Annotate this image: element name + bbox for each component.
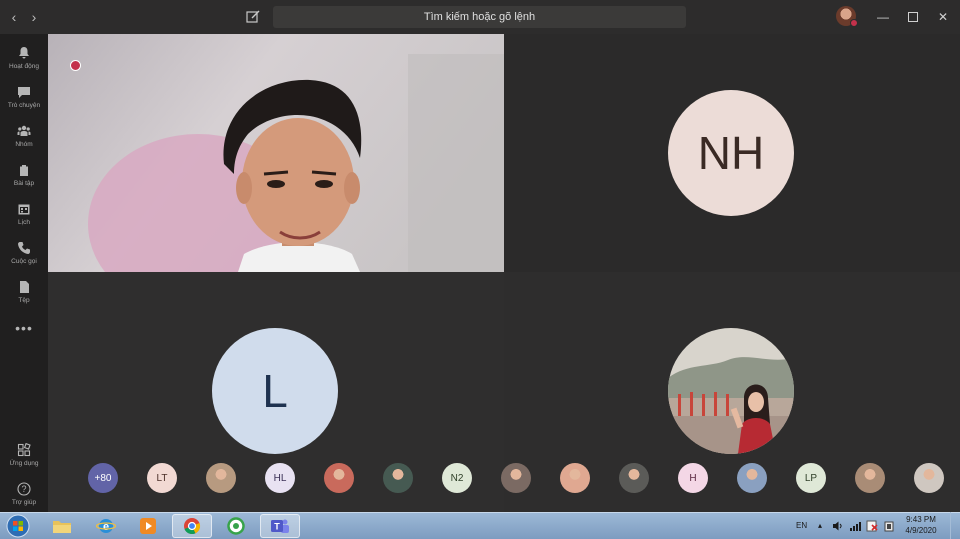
- sidebar-item-activity[interactable]: Hoạt động: [0, 40, 48, 76]
- roster-overflow-button[interactable]: +80: [88, 463, 118, 493]
- maximize-icon[interactable]: [904, 8, 922, 26]
- participant-avatar-l: L: [212, 328, 338, 454]
- sidebar-item-chat[interactable]: Trò chuyện: [0, 79, 48, 115]
- roster-avatar-label: LP: [804, 472, 818, 484]
- taskbar-clock[interactable]: 9:43 PM 4/9/2020: [900, 514, 942, 536]
- svg-text:T: T: [274, 522, 280, 532]
- sidebar-item-label: Tệp: [18, 297, 30, 304]
- apps-icon: [17, 443, 31, 457]
- clock-time: 9:43 PM: [906, 515, 936, 524]
- taskbar-media-player[interactable]: [128, 514, 168, 538]
- roster-avatar-label: LT: [156, 472, 168, 484]
- roster-avatar[interactable]: N2: [442, 463, 472, 493]
- participant-initials: L: [262, 365, 288, 417]
- windows-logo-icon: [6, 514, 30, 538]
- volume-icon[interactable]: [832, 512, 844, 539]
- taskbar-internet-explorer[interactable]: e: [86, 514, 126, 538]
- file-icon: [20, 281, 29, 293]
- presence-status-icon: [850, 19, 858, 27]
- search-placeholder: Tìm kiếm hoặc gõ lệnh: [423, 11, 536, 23]
- sidebar-item-assignments[interactable]: Bài tập: [0, 157, 48, 193]
- sidebar-item-calls[interactable]: Cuộc gọi: [0, 235, 48, 271]
- sidebar-item-label: Cuộc gọi: [11, 258, 37, 265]
- taskbar-coccoc[interactable]: [216, 514, 256, 538]
- bell-icon: [19, 47, 29, 59]
- roster-avatar[interactable]: [324, 463, 354, 493]
- sidebar-item-label: Lịch: [18, 219, 30, 226]
- roster-avatar[interactable]: H: [678, 463, 708, 493]
- forward-arrow-icon[interactable]: ›: [24, 7, 44, 27]
- sidebar-item-label: Nhóm: [15, 141, 33, 148]
- sidebar-item-label: Ứng dụng: [9, 460, 39, 467]
- search-command-box[interactable]: Tìm kiếm hoặc gõ lệnh: [273, 6, 686, 28]
- show-desktop-button[interactable]: [950, 512, 960, 539]
- participant-photo-avatar: [668, 328, 794, 454]
- meeting-stage: NH L +80 LT HL N2 H LP: [48, 34, 960, 512]
- roster-avatar[interactable]: [383, 463, 413, 493]
- roster-avatar[interactable]: [914, 463, 944, 493]
- participant-initials: NH: [697, 127, 765, 179]
- roster-avatar-label: HL: [273, 472, 287, 484]
- sidebar-item-label: Hoạt động: [9, 63, 39, 70]
- clock-date: 4/9/2020: [905, 526, 937, 535]
- network-signal-icon[interactable]: [849, 512, 861, 539]
- tray-overflow-icon[interactable]: ▴: [818, 512, 822, 539]
- language-label: EN: [796, 521, 808, 530]
- backpack-icon: [20, 165, 28, 176]
- roster-avatar-label: +80: [94, 472, 112, 484]
- more-apps-icon[interactable]: •••: [0, 320, 48, 336]
- participant-tile-nh[interactable]: NH: [504, 34, 960, 272]
- taskbar-chrome[interactable]: [172, 514, 212, 538]
- roster-avatar[interactable]: [501, 463, 531, 493]
- media-player-icon: [140, 518, 156, 534]
- roster-avatar[interactable]: [619, 463, 649, 493]
- roster-avatar[interactable]: [737, 463, 767, 493]
- internet-explorer-icon: e: [96, 519, 116, 533]
- help-icon: ?: [17, 482, 31, 496]
- compose-icon[interactable]: [244, 8, 262, 26]
- roster-avatar-label: N2: [450, 472, 464, 484]
- sidebar-item-help[interactable]: ? Trợ giúp: [0, 476, 48, 512]
- windows-start-button[interactable]: [4, 514, 32, 538]
- app-bar: Hoạt động Trò chuyện Nhóm Bài tập Lịch C…: [0, 34, 48, 512]
- sidebar-item-teams[interactable]: Nhóm: [0, 118, 48, 154]
- calendar-icon: [18, 204, 30, 215]
- roster-avatar[interactable]: LT: [147, 463, 177, 493]
- sidebar-item-label: Bài tập: [13, 180, 35, 187]
- power-icon[interactable]: [883, 512, 895, 539]
- teams-app-icon: T: [271, 519, 289, 533]
- roster-avatar-label: H: [689, 472, 697, 484]
- phone-icon: [18, 242, 30, 254]
- back-arrow-icon[interactable]: ‹: [4, 7, 24, 27]
- close-icon[interactable]: ✕: [934, 8, 952, 26]
- coccoc-browser-icon: [227, 517, 245, 535]
- sidebar-item-files[interactable]: Tệp: [0, 274, 48, 310]
- sidebar-item-label: Trò chuyện: [7, 102, 41, 109]
- roster-avatar[interactable]: [206, 463, 236, 493]
- language-indicator[interactable]: EN: [796, 512, 807, 539]
- taskbar-explorer[interactable]: [42, 514, 82, 538]
- recording-indicator-icon: [70, 60, 81, 71]
- roster-avatar[interactable]: LP: [796, 463, 826, 493]
- title-bar: ‹ › Tìm kiếm hoặc gõ lệnh — ✕: [0, 0, 960, 34]
- sidebar-item-label: Trợ giúp: [11, 499, 37, 506]
- svg-text:?: ?: [21, 484, 26, 494]
- roster-avatar[interactable]: HL: [265, 463, 295, 493]
- teams-icon: [17, 125, 31, 136]
- sidebar-item-apps[interactable]: Ứng dụng: [0, 437, 48, 473]
- participant-video-feed: [48, 34, 504, 272]
- taskbar-teams[interactable]: T: [260, 514, 300, 538]
- roster-avatar[interactable]: [560, 463, 590, 493]
- minimize-icon[interactable]: —: [874, 8, 892, 26]
- roster-avatar[interactable]: [855, 463, 885, 493]
- sidebar-item-calendar[interactable]: Lịch: [0, 196, 48, 232]
- folder-icon: [53, 521, 71, 533]
- participant-avatar-nh: NH: [668, 90, 794, 216]
- chrome-icon: [184, 518, 201, 535]
- chat-icon: [18, 87, 30, 98]
- action-center-icon[interactable]: [866, 512, 878, 539]
- participant-video-tile[interactable]: [48, 34, 504, 272]
